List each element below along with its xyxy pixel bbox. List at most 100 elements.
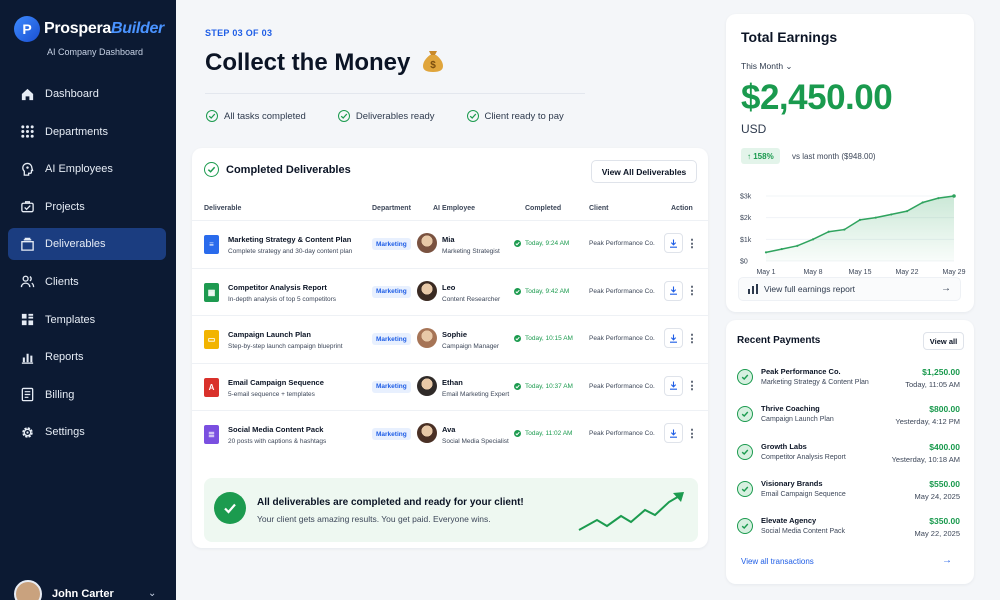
deliverable-name[interactable]: Competitor Analysis Report	[228, 283, 327, 292]
deliverable-description: Complete strategy and 30-day content pla…	[228, 248, 353, 255]
list-item[interactable]: Peak Performance Co. Marketing Strategy &…	[726, 362, 974, 399]
payment-description: Email Campaign Sequence	[761, 490, 846, 498]
download-button[interactable]	[664, 423, 683, 443]
table-row[interactable]: ≡ Marketing Strategy & Content Plan Comple…	[192, 220, 708, 267]
client-name: Peak Performance Co.	[589, 240, 655, 247]
employee-role: Marketing Strategist	[442, 248, 500, 255]
brand-logo[interactable]: P ProsperaBuilder	[14, 16, 164, 42]
sidebar-item-label: Dashboard	[45, 88, 99, 100]
x-tick-label: May 1	[756, 269, 775, 276]
check-circle-icon	[737, 369, 753, 385]
y-tick-label: $2k	[740, 215, 752, 222]
sidebar-item-clients[interactable]: Clients	[8, 266, 166, 298]
chevron-down-icon: ⌄	[785, 61, 793, 71]
payment-date: May 22, 2025	[914, 529, 960, 539]
more-options-icon[interactable]: ⋮	[687, 378, 698, 394]
download-button[interactable]	[664, 328, 683, 348]
payment-amount: $350.00	[929, 516, 960, 527]
earnings-report-label: View full earnings report	[764, 284, 856, 294]
sidebar-item-billing[interactable]: Billing	[8, 379, 166, 411]
deliverable-name[interactable]: Email Campaign Sequence	[228, 378, 324, 387]
sidebar-item-reports[interactable]: Reports	[8, 341, 166, 373]
sidebar-item-deliverables[interactable]: Deliverables	[8, 228, 166, 261]
deliverable-name[interactable]: Social Media Content Pack	[228, 425, 323, 434]
payment-amount: $550.00	[929, 478, 960, 489]
employee-name: Ava	[442, 425, 456, 434]
period-label: This Month	[741, 61, 784, 71]
list-item[interactable]: Visionary Brands Email Campaign Sequence $…	[726, 474, 974, 511]
payer-name: Thrive Coaching	[761, 404, 820, 414]
view-all-payments-button[interactable]: View all	[923, 332, 964, 350]
department-badge: Marketing	[372, 333, 411, 345]
check-item: All tasks completed	[206, 110, 306, 122]
more-options-icon[interactable]: ⋮	[687, 283, 698, 299]
view-all-transactions-link[interactable]: View all transactions	[741, 557, 814, 566]
data-point	[811, 238, 815, 241]
more-options-icon[interactable]: ⋮	[687, 330, 698, 346]
billing-icon	[19, 387, 35, 403]
payment-date: Yesterday, 4:12 PM	[895, 417, 960, 427]
payment-date: Yesterday, 10:18 AM	[891, 454, 960, 464]
earnings-report-link[interactable]: View full earnings report →	[738, 277, 961, 301]
payment-description: Campaign Launch Plan	[761, 416, 834, 424]
y-tick-label: $1k	[740, 237, 752, 244]
data-point	[921, 201, 924, 204]
sidebar-item-settings[interactable]: Settings	[8, 416, 166, 448]
data-point	[952, 194, 956, 198]
completed-time: Today, 9:24 AM	[525, 240, 570, 247]
list-item[interactable]: Elevate Agency Social Media Content Pack $…	[726, 511, 974, 548]
document-icon: ▭	[204, 330, 219, 349]
completed-status: Today, 11:02 AM	[514, 430, 572, 437]
payment-description: Marketing Strategy & Content Plan	[761, 379, 869, 386]
user-menu[interactable]: John Carter ⌄	[14, 580, 156, 600]
arrow-right-icon[interactable]: →	[942, 555, 952, 566]
x-tick-label: May 29	[943, 269, 966, 276]
view-all-deliverables-button[interactable]: View All Deliverables	[591, 160, 697, 183]
employee-role: Email Marketing Expert	[442, 390, 510, 398]
sidebar-item-ai-employees[interactable]: AI Employees	[8, 153, 166, 185]
deliverable-name[interactable]: Marketing Strategy & Content Plan	[228, 235, 351, 244]
payer-name: Growth Labs	[761, 441, 807, 451]
sidebar-item-dashboard[interactable]: Dashboard	[8, 78, 166, 110]
check-circle-icon	[206, 110, 218, 122]
sidebar-item-departments[interactable]: Departments	[8, 116, 166, 148]
employee-name: Ethan	[442, 377, 463, 387]
x-tick-label: May 8	[803, 269, 822, 276]
download-button[interactable]	[664, 375, 683, 396]
table-row[interactable]: A Email Campaign Sequence 5-email sequence…	[192, 362, 708, 410]
more-options-icon[interactable]: ⋮	[687, 235, 698, 251]
deliverable-description: In-depth analysis of top 5 competitors	[228, 295, 337, 303]
payment-amount: $1,250.00	[922, 367, 960, 377]
check-circle-icon	[514, 240, 521, 247]
deliverable-name[interactable]: Campaign Launch Plan	[228, 330, 311, 339]
sidebar-item-templates[interactable]: Templates	[8, 304, 166, 336]
column-header: Completed	[525, 205, 562, 212]
download-button[interactable]	[664, 280, 683, 301]
sidebar-item-label: Settings	[45, 426, 85, 439]
period-select[interactable]: This Month ⌄	[741, 61, 793, 72]
download-button[interactable]	[664, 233, 683, 253]
table-row[interactable]: ▭ Campaign Launch Plan Step-by-step launch…	[192, 315, 708, 362]
comparison-text: vs last month ($948.00)	[792, 152, 876, 161]
grid-icon	[19, 124, 35, 140]
completed-status: Today, 10:37 AM	[514, 382, 573, 390]
more-options-icon[interactable]: ⋮	[687, 425, 698, 441]
employee-name: Leo	[442, 282, 456, 292]
deliverables-card: Completed Deliverables View All Delivera…	[192, 148, 708, 548]
check-circle-icon	[514, 382, 521, 390]
employee-name: Mia	[442, 235, 455, 244]
sidebar-item-projects[interactable]: Projects	[8, 191, 166, 223]
check-label: All tasks completed	[224, 110, 306, 122]
banner-subtitle: Your client gets amazing results. You ge…	[257, 514, 491, 524]
table-row[interactable]: ▦ Competitor Analysis Report In-depth anal…	[192, 267, 708, 315]
table-row[interactable]: ≣ Social Media Content Pack 20 posts with …	[192, 410, 708, 457]
banner-title: All deliverables are completed and ready…	[257, 497, 524, 508]
sidebar-item-label: Reports	[45, 351, 84, 364]
change-badge: ↑ 158%	[741, 148, 780, 164]
brand-mark-icon: P	[14, 16, 40, 42]
payment-date: May 24, 2025	[914, 491, 960, 501]
deliverable-description: Step-by-step launch campaign blueprint	[228, 343, 343, 350]
list-item[interactable]: Growth Labs Competitor Analysis Report $40…	[726, 437, 974, 474]
list-item[interactable]: Thrive Coaching Campaign Launch Plan $800.…	[726, 399, 974, 436]
recent-payments-card: Recent Payments View all Peak Performanc…	[726, 320, 974, 584]
